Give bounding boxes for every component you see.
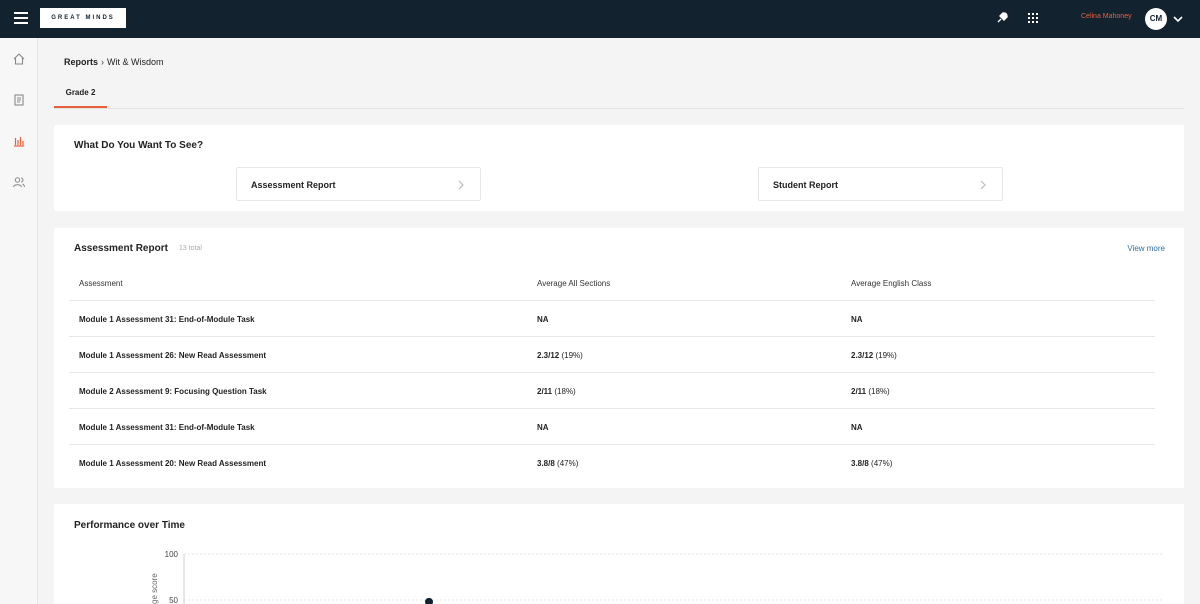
book-icon[interactable] xyxy=(12,93,26,107)
view-more-link[interactable]: View more xyxy=(1127,244,1165,253)
option-label: Student Report xyxy=(773,180,838,190)
selector-title: What Do You Want To See? xyxy=(74,140,204,151)
rocket-icon[interactable] xyxy=(995,11,1009,25)
assessment-report-option[interactable]: Assessment Report xyxy=(236,167,481,201)
table-row[interactable]: Module 2 Assessment 9: Focusing Question… xyxy=(69,372,1155,408)
average-english-value: NA xyxy=(851,423,863,432)
breadcrumb: Reports › Wit & Wisdom xyxy=(64,57,164,67)
sidebar xyxy=(0,38,38,604)
user-name[interactable]: Celina Mahoney xyxy=(1081,13,1132,20)
column-header-average-english: Average English Class xyxy=(851,279,932,288)
y-axis-label: ge score xyxy=(150,573,159,604)
breadcrumb-reports[interactable]: Reports xyxy=(64,57,98,67)
top-navbar: GREAT MINDS Celina Mahoney CM xyxy=(0,0,1200,38)
y-tick-label: 100 xyxy=(165,550,179,559)
assessment-report-card: Assessment Report 13 total View more Ass… xyxy=(54,228,1184,488)
average-all-value: 3.8/8 (47%) xyxy=(537,459,579,468)
total-count: 13 total xyxy=(179,245,202,252)
average-english-value: NA xyxy=(851,315,863,324)
apps-grid-icon[interactable] xyxy=(1026,11,1040,25)
reports-icon[interactable] xyxy=(12,134,26,148)
assessment-name: Module 1 Assessment 20: New Read Assessm… xyxy=(79,459,267,468)
users-icon[interactable] xyxy=(12,175,26,189)
average-all-value: NA xyxy=(537,315,549,324)
student-report-option[interactable]: Student Report xyxy=(758,167,1003,201)
average-all-value: NA xyxy=(537,423,549,432)
performance-card: Performance over Time 100 50 ge score xyxy=(54,504,1184,604)
assessment-name: Module 2 Assessment 9: Focusing Question… xyxy=(79,387,267,396)
assessment-report-title: Assessment Report xyxy=(74,243,168,254)
great-minds-logo[interactable]: GREAT MINDS xyxy=(40,8,126,28)
chevron-right-icon xyxy=(458,180,464,190)
assessment-name: Module 1 Assessment 26: New Read Assessm… xyxy=(79,351,267,360)
tab-divider xyxy=(54,108,1184,109)
menu-icon[interactable] xyxy=(14,12,28,24)
report-selector-card: What Do You Want To See? Assessment Repo… xyxy=(54,125,1184,211)
average-english-value: 2.3/12 (19%) xyxy=(851,351,897,360)
table-row[interactable]: Module 1 Assessment 31: End-of-Module Ta… xyxy=(69,300,1155,336)
avatar[interactable]: CM xyxy=(1145,8,1167,30)
chevron-right-icon: › xyxy=(101,57,105,67)
tab-grade-2[interactable]: Grade 2 xyxy=(54,82,107,108)
column-header-assessment: Assessment xyxy=(79,279,123,288)
chevron-down-icon[interactable] xyxy=(1171,12,1185,26)
option-label: Assessment Report xyxy=(251,180,336,190)
performance-chart: 100 50 ge score xyxy=(150,550,1164,604)
table-row[interactable]: Module 1 Assessment 31: End-of-Module Ta… xyxy=(69,408,1155,444)
assessment-name: Module 1 Assessment 31: End-of-Module Ta… xyxy=(79,315,255,324)
average-english-value: 3.8/8 (47%) xyxy=(851,459,893,468)
chevron-right-icon xyxy=(980,180,986,190)
table-row[interactable]: Module 1 Assessment 20: New Read Assessm… xyxy=(69,444,1155,480)
average-english-value: 2/11 (18%) xyxy=(851,387,890,396)
breadcrumb-current: Wit & Wisdom xyxy=(107,57,164,67)
table-row[interactable]: Module 1 Assessment 26: New Read Assessm… xyxy=(69,336,1155,372)
average-all-value: 2.3/12 (19%) xyxy=(537,351,583,360)
y-tick-label: 50 xyxy=(169,596,178,604)
column-header-average-all: Average All Sections xyxy=(537,279,611,288)
home-icon[interactable] xyxy=(12,52,26,66)
assessment-name: Module 1 Assessment 31: End-of-Module Ta… xyxy=(79,423,255,432)
data-point xyxy=(425,597,433,604)
average-all-value: 2/11 (18%) xyxy=(537,387,576,396)
